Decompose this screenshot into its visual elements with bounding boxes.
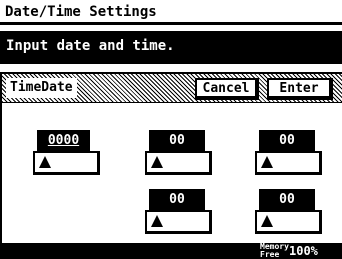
- memory-free-value: 100%: [289, 244, 318, 258]
- triangle-up-icon: [151, 156, 163, 168]
- title-divider: [0, 22, 342, 25]
- tab-timedate[interactable]: TimeDate: [6, 78, 77, 98]
- triangle-up-icon: [261, 156, 273, 168]
- month-value: 00: [149, 130, 205, 151]
- day-stepper[interactable]: [255, 151, 322, 175]
- year-value: 0000: [37, 130, 90, 151]
- instruction-message: Input date and time.: [0, 31, 342, 64]
- month-stepper[interactable]: [145, 151, 212, 175]
- triangle-up-icon: [261, 215, 273, 227]
- memory-free-label: Memory Free: [260, 242, 289, 259]
- year-stepper[interactable]: [33, 151, 100, 175]
- hour-value: 00: [149, 189, 205, 210]
- hour-stepper[interactable]: [145, 210, 212, 234]
- triangle-up-icon: [151, 215, 163, 227]
- enter-button[interactable]: Enter: [267, 78, 333, 100]
- cancel-button[interactable]: Cancel: [195, 78, 259, 100]
- triangle-up-icon: [39, 156, 51, 168]
- day-value: 00: [259, 130, 315, 151]
- minute-stepper[interactable]: [255, 210, 322, 234]
- minute-value: 00: [259, 189, 315, 210]
